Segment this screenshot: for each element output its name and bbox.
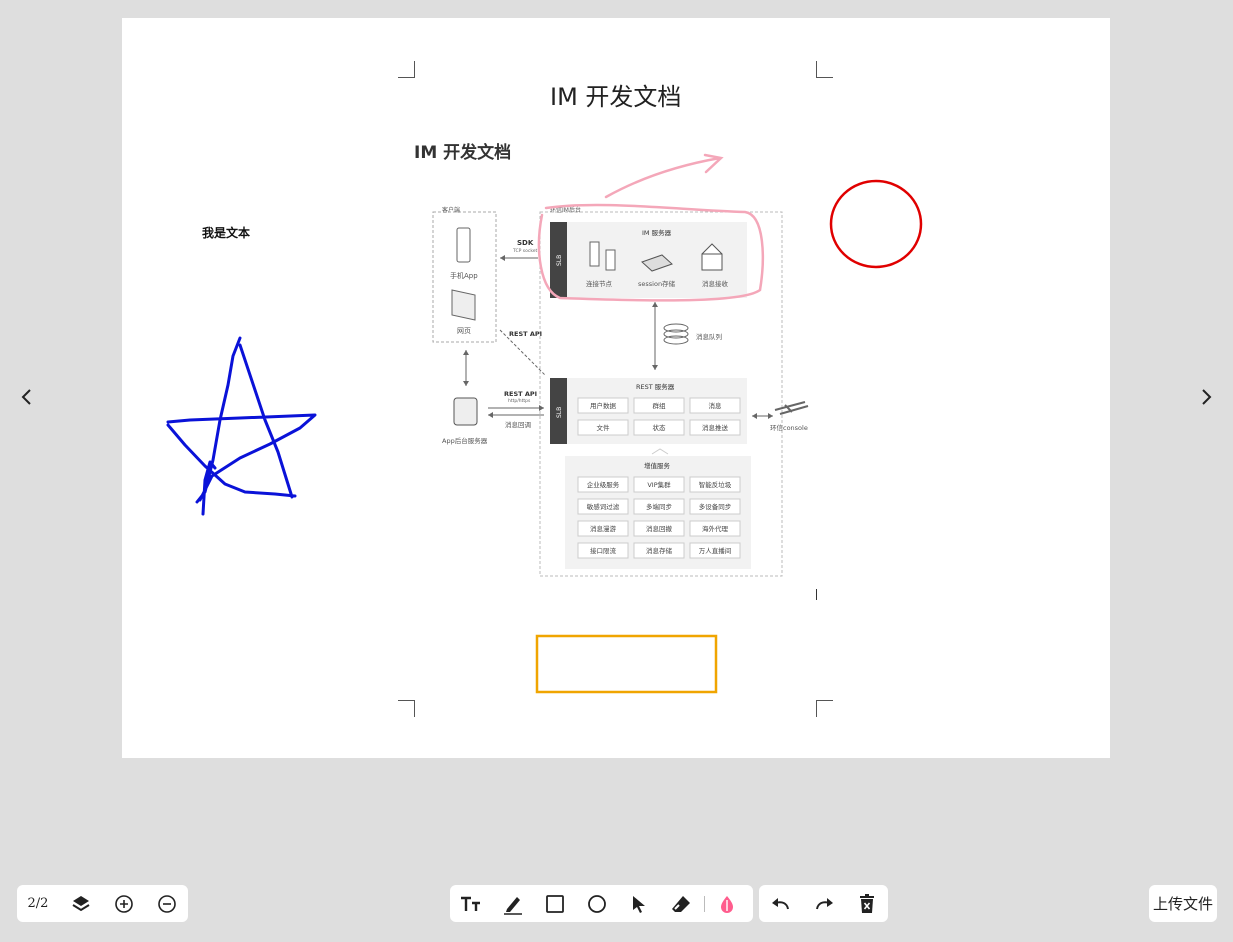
zoom-out-button[interactable] xyxy=(145,885,188,922)
star-drawing xyxy=(166,336,317,516)
pen-icon xyxy=(504,896,522,915)
zoom-out-icon xyxy=(157,894,176,913)
text-tool-icon xyxy=(461,896,480,911)
redo-icon xyxy=(815,897,833,909)
circle-tool-button[interactable] xyxy=(576,885,618,922)
highlight-loop xyxy=(537,203,764,302)
redo-button[interactable] xyxy=(802,885,845,922)
trash-icon xyxy=(859,893,874,913)
layers-icon xyxy=(71,895,90,911)
history-toolbar xyxy=(759,885,888,922)
page-toolbar: 2/2 xyxy=(17,885,188,922)
rectangle-shape xyxy=(535,634,718,694)
delete-button[interactable] xyxy=(845,885,888,922)
select-tool-button[interactable] xyxy=(618,885,660,922)
color-tool-button[interactable] xyxy=(707,885,747,922)
text-cursor xyxy=(816,589,817,600)
zoom-in-button[interactable] xyxy=(102,885,145,922)
zoom-in-icon xyxy=(114,894,133,913)
text-tool-button[interactable] xyxy=(450,885,492,922)
circle-icon xyxy=(588,894,606,913)
rectangle-tool-button[interactable] xyxy=(534,885,576,922)
drawing-toolbar xyxy=(450,885,753,922)
rectangle-icon xyxy=(546,894,564,913)
annotation-layer xyxy=(166,153,923,694)
color-icon xyxy=(721,895,733,913)
undo-button[interactable] xyxy=(759,885,802,922)
eraser-icon xyxy=(672,895,690,912)
undo-icon xyxy=(771,897,789,909)
pen-tool-button[interactable] xyxy=(492,885,534,922)
pink-arrow xyxy=(604,153,724,199)
pointer-icon xyxy=(633,895,645,913)
toolbar-divider xyxy=(704,895,705,912)
upload-file-button[interactable]: 上传文件 xyxy=(1149,885,1218,922)
layers-button[interactable] xyxy=(59,885,102,922)
eraser-tool-button[interactable] xyxy=(660,885,702,922)
page-indicator: 2/2 xyxy=(27,896,49,911)
circle-shape xyxy=(829,179,923,269)
